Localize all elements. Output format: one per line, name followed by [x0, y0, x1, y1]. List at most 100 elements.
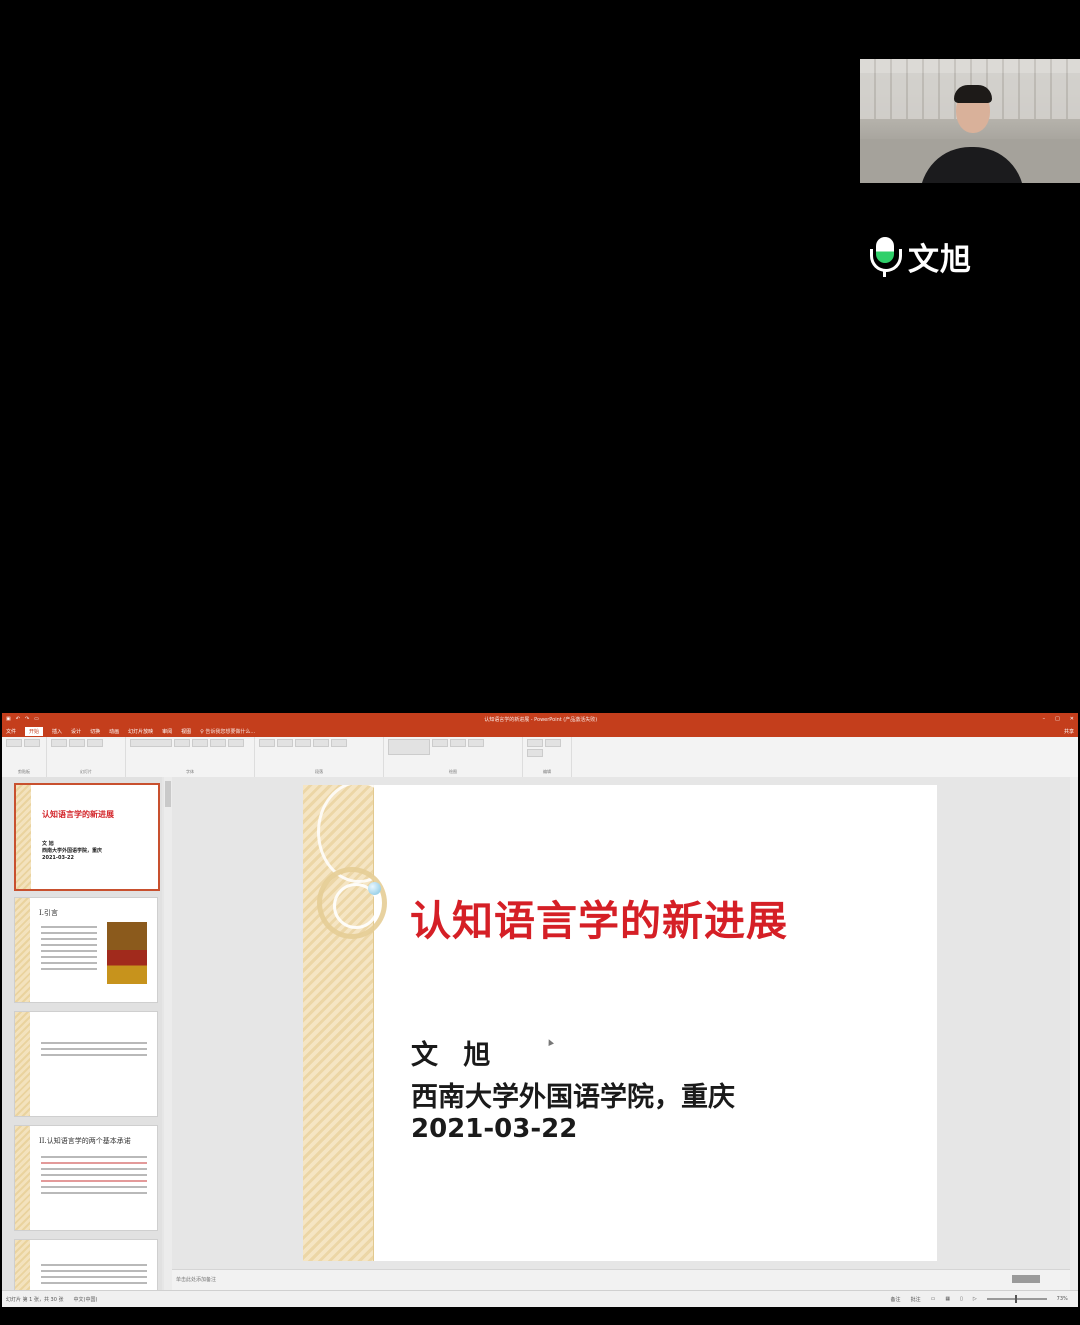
tab-insert[interactable]: 插入: [52, 728, 62, 735]
participant-video: [860, 59, 1080, 183]
participant-name: 文旭: [908, 242, 972, 278]
thumbnail-affiliation: 西南大学外国语学院，重庆: [42, 848, 103, 854]
arrange-button[interactable]: [432, 739, 448, 747]
reset-button[interactable]: [87, 739, 103, 747]
notes-pane[interactable]: 单击此处添加备注: [172, 1269, 1070, 1292]
minimize-icon[interactable]: –: [1043, 716, 1046, 722]
notes-button[interactable]: 备注: [891, 1296, 901, 1303]
font-family-select[interactable]: [130, 739, 172, 747]
slide-thumbnails[interactable]: 1 认知语言学的新进展 文 旭 西南大学外国语学院，重庆 2021-03-22 …: [2, 777, 162, 1301]
tell-me-search[interactable]: ♀ 告诉我您想要做什么...: [200, 728, 255, 735]
thumbnail-slide-4[interactable]: 4 II.认知语言学的两个基本承诺: [14, 1125, 158, 1231]
tab-animations[interactable]: 动画: [109, 728, 119, 735]
group-caption: 段落: [315, 769, 323, 774]
thumbnail-heading: I.引言: [39, 909, 58, 917]
thumbnail-body: [41, 1264, 147, 1288]
language-indicator[interactable]: 中文(中国): [74, 1296, 98, 1303]
thumbnail-slide-1[interactable]: 1 认知语言学的新进展 文 旭 西南大学外国语学院，重庆 2021-03-22: [14, 783, 160, 891]
book-cover-image: [107, 922, 147, 984]
ppt-titlebar: ▣ ↶ ↷ ▭ 认知语言学的新进展 - PowerPoint (产品激活失败) …: [2, 713, 1078, 725]
quick-access-toolbar: ▣ ↶ ↷ ▭: [6, 716, 39, 722]
tab-file[interactable]: 文件: [6, 728, 16, 735]
slide-author[interactable]: 文 旭: [411, 1033, 498, 1072]
find-button[interactable]: [527, 739, 543, 747]
tab-design[interactable]: 设计: [71, 728, 81, 735]
slideshow-view-icon[interactable]: ▷: [973, 1296, 977, 1302]
shape-fill-button[interactable]: [468, 739, 484, 747]
group-caption: 幻灯片: [80, 769, 92, 774]
align-left-button[interactable]: [295, 739, 311, 747]
notes-placeholder: 单击此处添加备注: [176, 1277, 217, 1283]
italic-button[interactable]: [210, 739, 226, 747]
replace-button[interactable]: [545, 739, 561, 747]
thumbnail-body: [41, 1156, 147, 1198]
underline-button[interactable]: [228, 739, 244, 747]
undo-icon[interactable]: ↶: [16, 716, 20, 722]
align-center-button[interactable]: [313, 739, 329, 747]
ribbon-group-font: 字体: [126, 737, 255, 777]
microphone-icon: [866, 236, 904, 277]
window-controls: – □ ✕: [1043, 716, 1074, 722]
status-bar: 幻灯片 第 1 张，共 30 张 中文(中国) 备注 批注 ▭ ▦ ▯ ▷ 73…: [2, 1290, 1078, 1307]
group-caption: 编辑: [543, 769, 551, 774]
close-icon[interactable]: ✕: [1070, 716, 1074, 722]
thumbnail-slide-3[interactable]: 3: [14, 1011, 158, 1117]
bullets-button[interactable]: [259, 739, 275, 747]
slide-date[interactable]: 2021-03-22: [411, 1114, 577, 1144]
layout-button[interactable]: [69, 739, 85, 747]
tab-home[interactable]: 开始: [25, 726, 44, 736]
thumbnail-band: [15, 1012, 30, 1116]
slide-title[interactable]: 认知语言学的新进展: [410, 887, 788, 947]
notes-scroll-thumb[interactable]: [1012, 1275, 1040, 1283]
thumbnail-scrollbar[interactable]: [164, 777, 172, 1291]
font-size-select[interactable]: [174, 739, 190, 747]
shapes-gallery[interactable]: [388, 739, 430, 755]
paste-button[interactable]: [6, 739, 22, 747]
redo-icon[interactable]: ↷: [25, 716, 29, 722]
ribbon-group-paragraph: 段落: [255, 737, 384, 777]
thumbnail-band: [16, 785, 31, 889]
participant-label: 文旭: [866, 234, 972, 279]
slide-canvas[interactable]: 认知语言学的新进展 文 旭 西南大学外国语学院，重庆 2021-03-22: [303, 785, 937, 1261]
workspace: 1 认知语言学的新进展 文 旭 西南大学外国语学院，重庆 2021-03-22 …: [2, 777, 1078, 1301]
quick-styles-button[interactable]: [450, 739, 466, 747]
thumbnail-body: [41, 926, 97, 974]
slide-scrollbar[interactable]: [1070, 777, 1078, 1291]
new-slide-button[interactable]: [51, 739, 67, 747]
cut-button[interactable]: [24, 739, 40, 747]
slide-affiliation[interactable]: 西南大学外国语学院，重庆: [411, 1075, 735, 1114]
thumbnail-band: [15, 898, 30, 1002]
decorative-dot: [368, 882, 381, 895]
thumbnail-body: [41, 1042, 147, 1060]
ribbon-group-drawing: 绘图: [384, 737, 523, 777]
select-button[interactable]: [527, 749, 543, 757]
maximize-icon[interactable]: □: [1055, 716, 1060, 722]
normal-view-icon[interactable]: ▭: [931, 1296, 936, 1302]
thumbnail-band: [15, 1126, 30, 1230]
shared-screen: ▣ ↶ ↷ ▭ 认知语言学的新进展 - PowerPoint (产品激活失败) …: [2, 713, 1078, 1307]
mouse-pointer-icon: [546, 1038, 554, 1046]
share-button[interactable]: 共享: [1064, 728, 1074, 735]
text-direction-button[interactable]: [331, 739, 347, 747]
window-title: 认知语言学的新进展 - PowerPoint (产品激活失败): [484, 716, 598, 723]
thumbnail-subtitle: 文 旭 西南大学外国语学院，重庆 2021-03-22: [42, 841, 102, 862]
reading-view-icon[interactable]: ▯: [960, 1296, 963, 1302]
ribbon-group-slides: 幻灯片: [47, 737, 126, 777]
numbering-button[interactable]: [277, 739, 293, 747]
comments-button[interactable]: 批注: [911, 1296, 921, 1303]
tab-review[interactable]: 审阅: [162, 728, 172, 735]
sorter-view-icon[interactable]: ▦: [945, 1296, 950, 1302]
group-caption: 绘图: [449, 769, 457, 774]
tab-slideshow[interactable]: 幻灯片放映: [128, 728, 153, 735]
bold-button[interactable]: [192, 739, 208, 747]
thumbnail-date: 2021-03-22: [42, 855, 74, 861]
save-icon[interactable]: ▣: [6, 716, 11, 722]
zoom-slider[interactable]: [986, 1295, 1047, 1303]
tab-view[interactable]: 视图: [181, 728, 191, 735]
tab-transitions[interactable]: 切换: [90, 728, 100, 735]
group-caption: 剪贴板: [18, 769, 30, 774]
ribbon: 剪贴板 幻灯片 字体 段落 绘图 编辑: [2, 737, 1078, 778]
ribbon-tabs: 文件 开始 插入 设计 切换 动画 幻灯片放映 审阅 视图 ♀ 告诉我您想要做什…: [2, 725, 1078, 737]
zoom-level[interactable]: 73%: [1057, 1296, 1068, 1302]
thumbnail-slide-2[interactable]: 2 I.引言: [14, 897, 158, 1003]
